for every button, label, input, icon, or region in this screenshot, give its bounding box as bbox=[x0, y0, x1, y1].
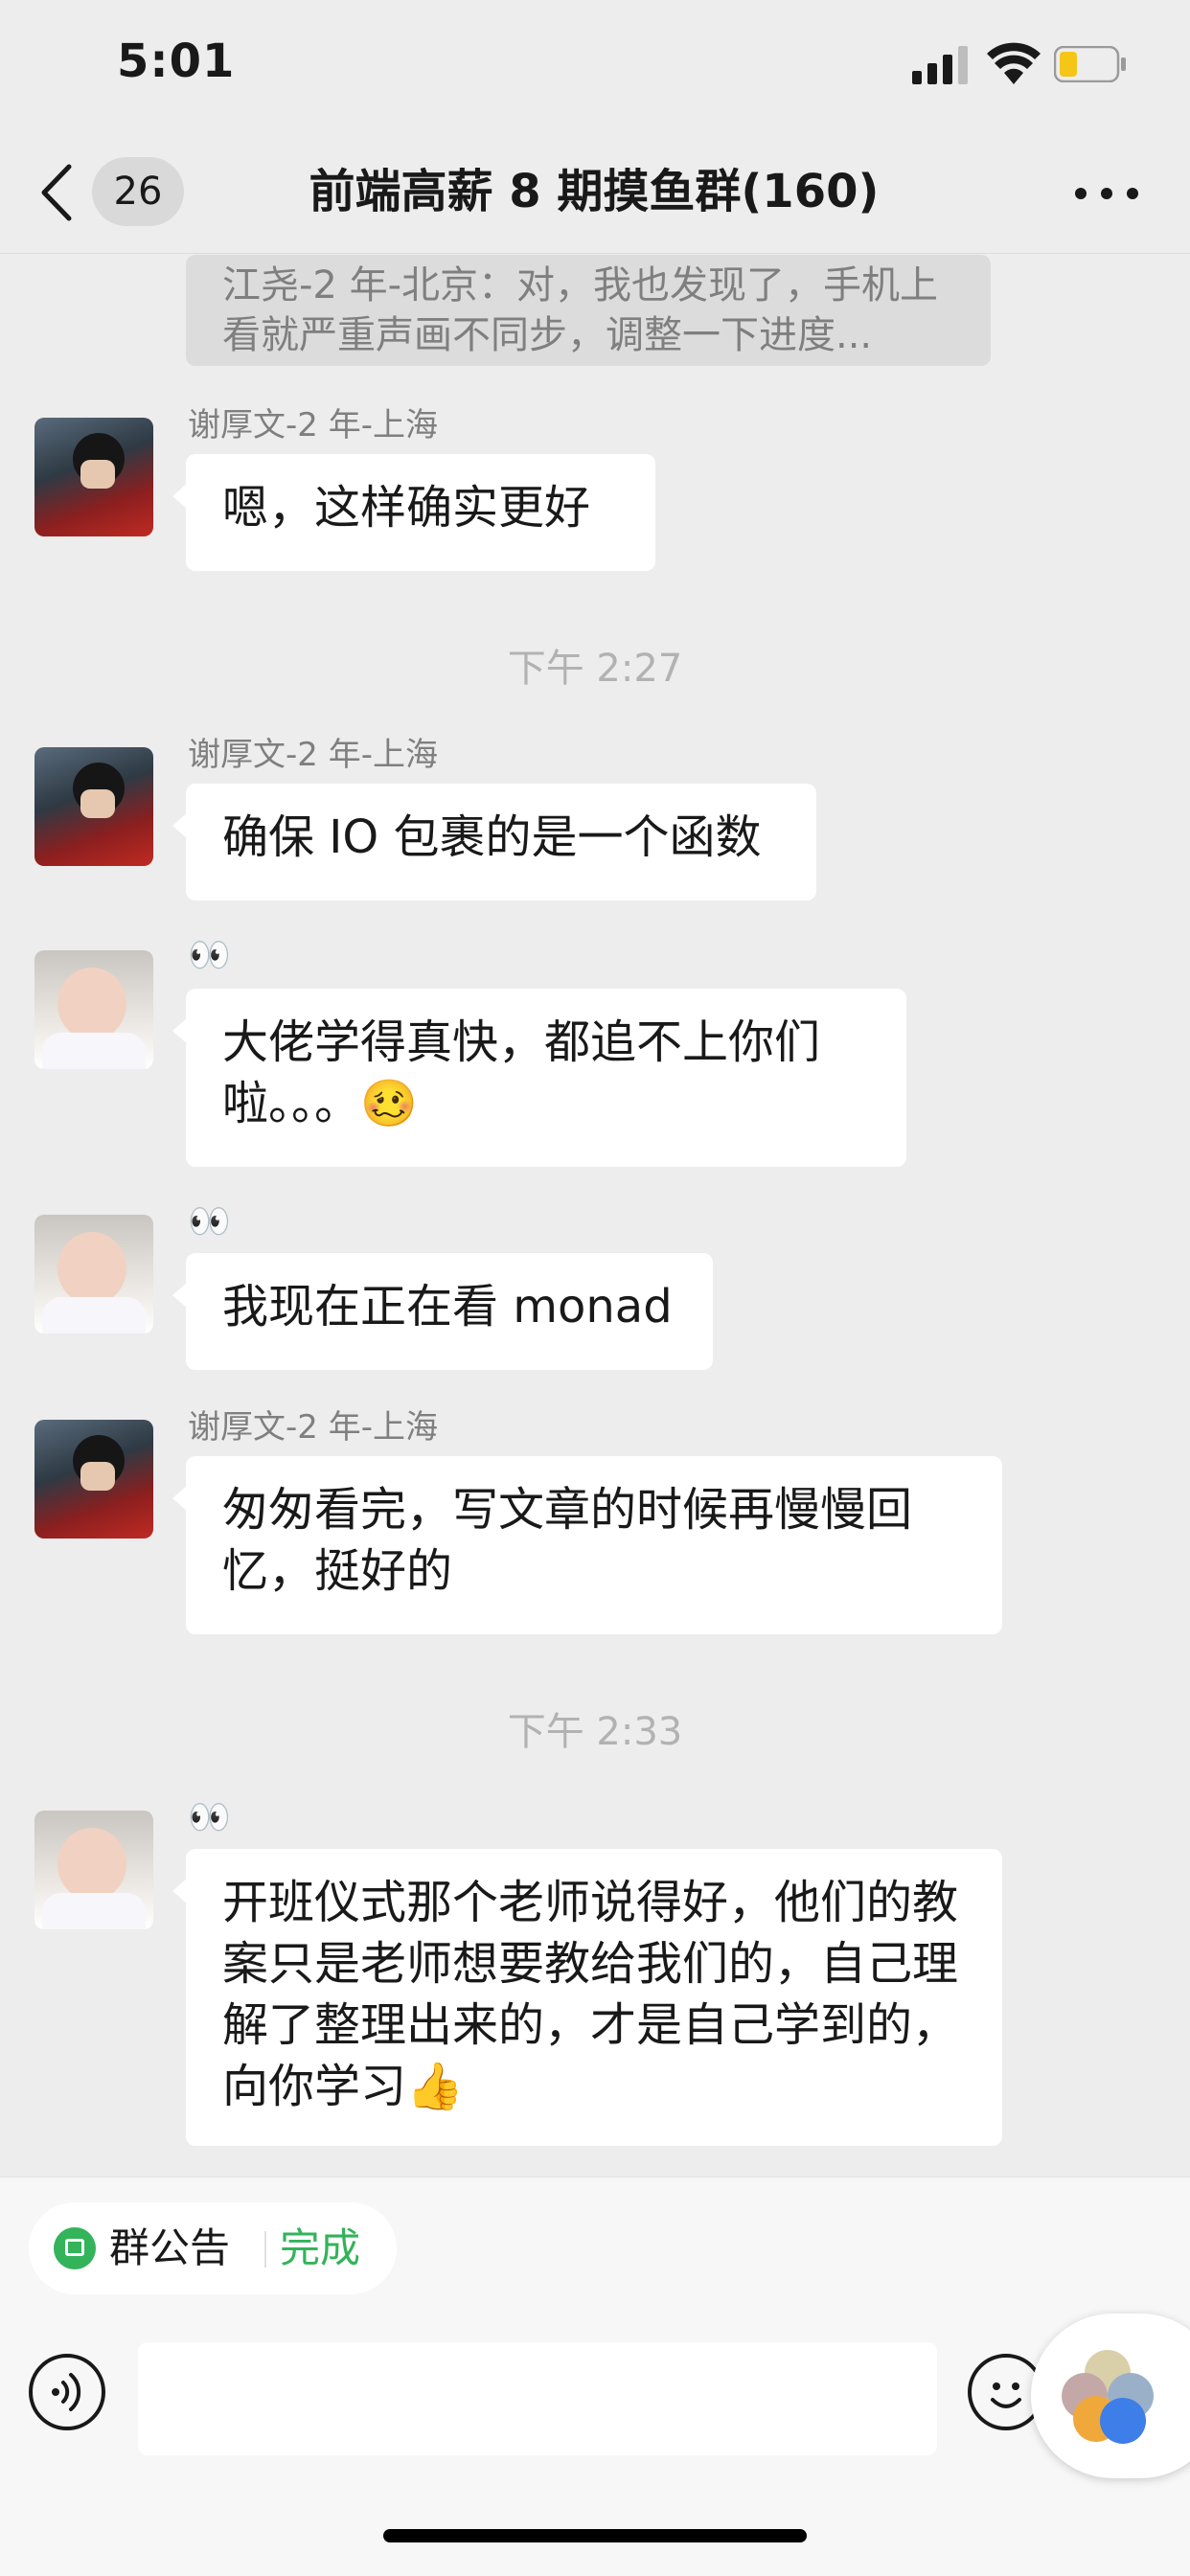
home-indicator[interactable] bbox=[383, 2529, 807, 2542]
back-chevron-icon[interactable] bbox=[34, 161, 80, 224]
message-input[interactable] bbox=[138, 2342, 937, 2455]
avatar[interactable] bbox=[34, 1811, 153, 1929]
nav-bar: 26 前端高薪 8 期摸鱼群(160) bbox=[0, 134, 1190, 254]
voice-input-button[interactable] bbox=[29, 2354, 105, 2430]
message-bubble[interactable]: 匆匆看完，写文章的时候再慢慢回忆，挺好的 bbox=[172, 1456, 1002, 1634]
message-bubble[interactable]: 确保 IO 包裹的是一个函数 bbox=[172, 784, 816, 900]
app-logo-icon bbox=[1062, 2350, 1154, 2444]
timestamp: 下午 2:33 bbox=[507, 1710, 683, 1754]
notice-icon bbox=[54, 2227, 96, 2269]
cellular-signal-icon bbox=[912, 46, 968, 84]
voice-icon bbox=[52, 2373, 81, 2411]
chat-title: 前端高薪 8 期摸鱼群(160) bbox=[309, 165, 880, 218]
group-notice-label[interactable]: 群公告 bbox=[109, 2202, 230, 2294]
done-button[interactable]: 完成 bbox=[280, 2202, 360, 2294]
group-notice-bar[interactable]: 群公告 完成 bbox=[29, 2202, 397, 2294]
floating-window-button[interactable] bbox=[1031, 2314, 1190, 2478]
more-options-icon[interactable] bbox=[1073, 184, 1140, 203]
sender-name: 👀 bbox=[188, 1798, 231, 1837]
sender-name: 谢厚文-2 年-上海 bbox=[188, 406, 438, 445]
avatar[interactable] bbox=[34, 950, 153, 1069]
divider bbox=[264, 2231, 266, 2268]
sender-name: 谢厚文-2 年-上海 bbox=[188, 1408, 438, 1447]
unread-count-badge[interactable]: 26 bbox=[92, 157, 184, 226]
message-bubble[interactable]: 我现在正在看 monad bbox=[172, 1253, 713, 1370]
status-bar: 5:01 bbox=[0, 0, 1190, 134]
sender-name: 👀 bbox=[188, 1202, 231, 1242]
message-bubble[interactable]: 嗯，这样确实更好 bbox=[172, 454, 655, 571]
sender-name: 谢厚文-2 年-上海 bbox=[188, 736, 438, 774]
wifi-icon bbox=[987, 42, 1041, 84]
avatar[interactable] bbox=[34, 1420, 153, 1539]
avatar[interactable] bbox=[34, 418, 153, 536]
avatar[interactable] bbox=[34, 1215, 153, 1334]
input-panel: 群公告 完成 bbox=[0, 2177, 1190, 2576]
status-time: 5:01 bbox=[117, 34, 236, 88]
avatar[interactable] bbox=[34, 747, 153, 866]
message-bubble[interactable]: 大佬学得真快，都追不上你们啦。。。🥴 bbox=[172, 989, 906, 1167]
sender-name: 👀 bbox=[188, 936, 231, 975]
timestamp: 下午 2:27 bbox=[507, 647, 683, 691]
message-bubble[interactable]: 开班仪式那个老师说得好，他们的教案只是老师想要教给我们的，自己理解了整理出来的，… bbox=[172, 1849, 1002, 2146]
battery-icon bbox=[1054, 46, 1126, 82]
quoted-message[interactable]: 江尧-2 年-北京：对，我也发现了，手机上看就严重声画不同步，调整一下进度... bbox=[186, 255, 991, 366]
